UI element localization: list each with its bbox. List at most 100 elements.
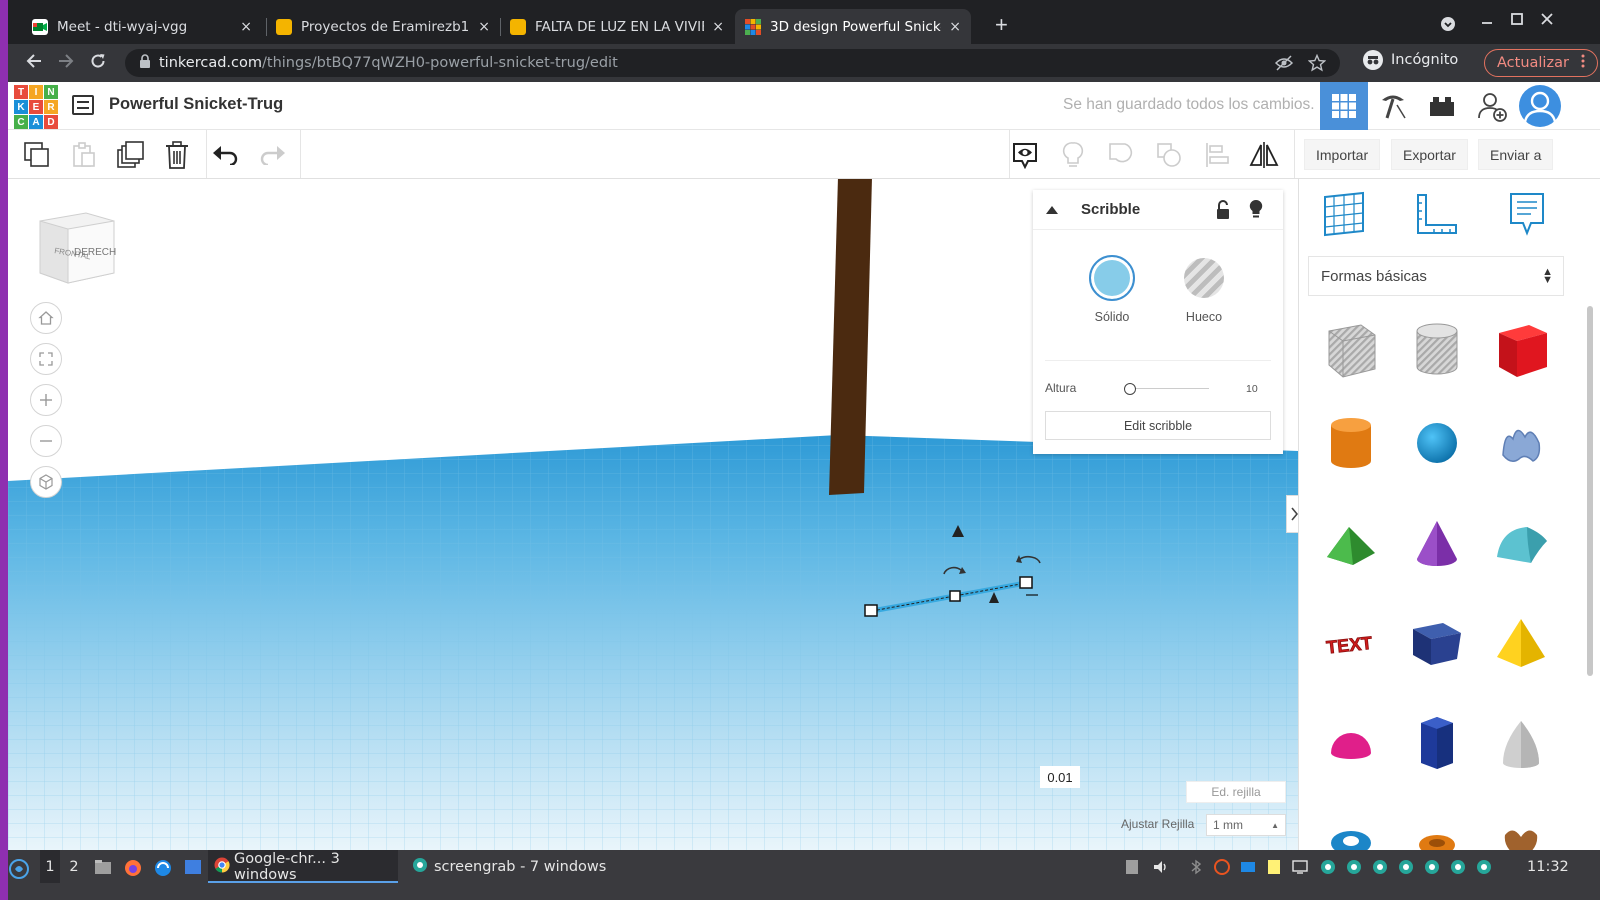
- send-to-button[interactable]: Enviar a: [1478, 139, 1554, 170]
- collapse-panel-toggle[interactable]: [1286, 495, 1298, 533]
- tab-search-icon[interactable]: [1440, 16, 1456, 36]
- ungroup-button[interactable]: [1154, 140, 1184, 170]
- workspace-1[interactable]: 1: [40, 850, 60, 883]
- browser-icon[interactable]: [154, 859, 172, 876]
- notes-button[interactable]: [1507, 191, 1553, 237]
- file-manager-icon[interactable]: [94, 859, 112, 875]
- copy-button[interactable]: [22, 140, 52, 170]
- paste-button[interactable]: [69, 140, 99, 170]
- workplane-tool-button[interactable]: [1321, 191, 1367, 237]
- address-bar[interactable]: tinkercad.com/things/btBQ77qWZH0-powerfu…: [125, 49, 1340, 77]
- incognito-indicator[interactable]: Incógnito: [1363, 50, 1458, 70]
- close-tab-icon[interactable]: ×: [478, 19, 490, 35]
- display-tray-icon[interactable]: [1292, 859, 1308, 875]
- tube-icon[interactable]: [1407, 819, 1467, 850]
- dimension-readout[interactable]: 0.01: [1040, 766, 1080, 788]
- hole-swatch[interactable]: [1184, 258, 1224, 298]
- tinkercad-logo[interactable]: T I N K E R C A D: [14, 85, 58, 129]
- bluetooth-icon[interactable]: [1190, 859, 1206, 875]
- undo-button[interactable]: [211, 140, 241, 170]
- blocks-view-button[interactable]: [1369, 82, 1417, 130]
- shape-category-select[interactable]: Formas básicas ▲ ▼: [1308, 256, 1564, 296]
- minimize-window-icon[interactable]: [1480, 12, 1494, 30]
- more-vertical-icon[interactable]: [1581, 54, 1585, 72]
- workspace-2[interactable]: 2: [64, 850, 84, 883]
- window-list-icon[interactable]: [184, 859, 202, 875]
- eye-off-icon[interactable]: [1274, 55, 1294, 75]
- browser-tab-meet[interactable]: Meet - dti-wyaj-vgg ×: [22, 9, 262, 44]
- delete-button[interactable]: [162, 140, 192, 170]
- box-hole-icon[interactable]: [1321, 319, 1381, 379]
- box-icon[interactable]: [1491, 319, 1551, 379]
- show-all-button[interactable]: [1058, 140, 1088, 170]
- bookmark-star-icon[interactable]: [1307, 53, 1327, 76]
- solid-color-swatch[interactable]: [1089, 255, 1135, 301]
- pyramid-icon[interactable]: [1491, 613, 1551, 673]
- browser-tab-tinkercad[interactable]: 3D design Powerful Snicket ×: [735, 9, 971, 44]
- paraboloid-icon[interactable]: [1491, 713, 1551, 773]
- height-value[interactable]: 10: [1246, 383, 1258, 395]
- round-roof-icon[interactable]: [1491, 513, 1551, 573]
- chrome-task-button[interactable]: Google-chr... 3 windows: [208, 850, 398, 883]
- torus-icon[interactable]: [1321, 819, 1381, 850]
- mirror-button[interactable]: [1249, 140, 1279, 170]
- 3d-design-view-button[interactable]: [1320, 82, 1368, 130]
- cone-icon[interactable]: [1407, 513, 1467, 573]
- unlock-icon[interactable]: [1215, 200, 1231, 225]
- close-tab-icon[interactable]: ×: [712, 19, 724, 35]
- cylinder-icon[interactable]: [1321, 413, 1381, 473]
- snap-grid-select[interactable]: 1 mm ▲: [1206, 814, 1286, 836]
- redo-button[interactable]: [257, 140, 287, 170]
- start-menu-icon[interactable]: [9, 859, 29, 879]
- maximize-window-icon[interactable]: [1510, 12, 1524, 30]
- app-tray-icon-6[interactable]: [1450, 859, 1466, 875]
- app-tray-icon-1[interactable]: [1320, 859, 1336, 875]
- shape-name[interactable]: Scribble: [1081, 201, 1140, 218]
- back-icon[interactable]: [25, 52, 43, 75]
- cylinder-hole-icon[interactable]: [1407, 319, 1467, 379]
- add-collaborator-button[interactable]: [1468, 82, 1516, 130]
- new-tab-button[interactable]: +: [995, 14, 1008, 36]
- user-avatar[interactable]: [1516, 82, 1564, 130]
- network-tray-icon[interactable]: [1240, 859, 1256, 875]
- app-tray-icon-7[interactable]: [1476, 859, 1492, 875]
- ruler-tool-button[interactable]: [1414, 191, 1460, 237]
- update-button[interactable]: Actualizar: [1484, 49, 1598, 77]
- forward-icon[interactable]: [57, 52, 75, 75]
- app-tray-icon-3[interactable]: [1372, 859, 1388, 875]
- bricks-view-button[interactable]: [1418, 82, 1466, 130]
- clipboard-tray-icon[interactable]: [1125, 859, 1139, 875]
- browser-tab-falta-de-luz[interactable]: FALTA DE LUZ EN LA VIVIEN ×: [500, 9, 734, 44]
- clock[interactable]: 11:32: [1527, 850, 1569, 883]
- app-tray-icon-2[interactable]: [1346, 859, 1362, 875]
- edit-scribble-button[interactable]: Edit scribble: [1045, 411, 1271, 440]
- browser-tab-proyectos[interactable]: Proyectos de Eramirezb1 - ×: [266, 9, 500, 44]
- notes-tray-icon[interactable]: [1266, 859, 1282, 875]
- polygon-icon[interactable]: [1407, 713, 1467, 773]
- align-button[interactable]: [1202, 140, 1232, 170]
- close-tab-icon[interactable]: ×: [949, 19, 961, 35]
- height-slider-track[interactable]: [1125, 388, 1209, 389]
- app-tray-icon-5[interactable]: [1424, 859, 1440, 875]
- close-window-icon[interactable]: [1540, 12, 1554, 30]
- home-view-button[interactable]: [30, 302, 62, 334]
- edit-grid-button[interactable]: Ed. rejilla: [1186, 781, 1286, 803]
- import-button[interactable]: Importar: [1304, 139, 1381, 170]
- text-icon[interactable]: TEXT: [1321, 613, 1381, 673]
- app-tray-icon-4[interactable]: [1398, 859, 1414, 875]
- reload-icon[interactable]: [89, 52, 107, 75]
- lightbulb-icon[interactable]: [1249, 199, 1263, 224]
- screengrab-task-button[interactable]: screengrab - 7 windows: [412, 850, 612, 883]
- update-tray-icon[interactable]: [1214, 859, 1230, 875]
- design-menu-icon[interactable]: [72, 95, 94, 115]
- roof-icon[interactable]: [1321, 513, 1381, 573]
- heart-icon[interactable]: [1491, 819, 1551, 850]
- firefox-icon[interactable]: [124, 859, 142, 876]
- sphere-icon[interactable]: [1407, 413, 1467, 473]
- half-sphere-icon[interactable]: [1321, 713, 1381, 773]
- zoom-out-button[interactable]: [30, 425, 62, 457]
- height-slider-handle[interactable]: [1124, 383, 1136, 395]
- export-button[interactable]: Exportar: [1391, 139, 1468, 170]
- notes-tool-button[interactable]: [1010, 140, 1040, 170]
- volume-icon[interactable]: [1153, 859, 1169, 875]
